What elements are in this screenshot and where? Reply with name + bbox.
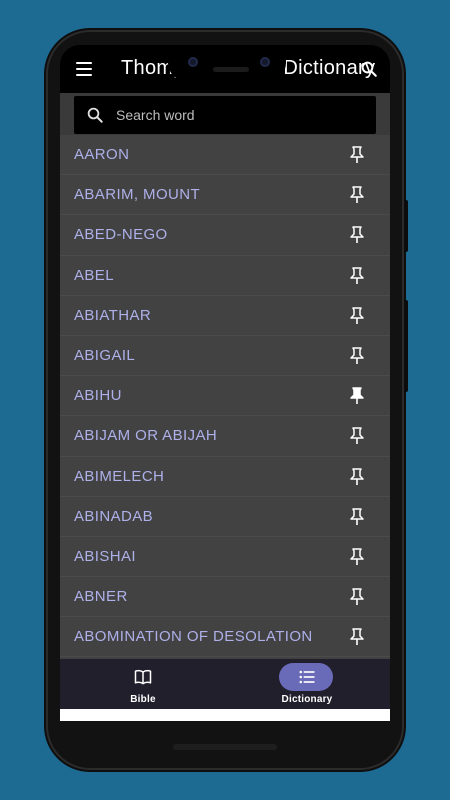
list-item[interactable]: ABIHU: [60, 376, 390, 417]
entry-label: ABIJAM OR ABIJAH: [74, 427, 218, 445]
entry-label: ABNER: [74, 588, 128, 606]
entry-label: ABIATHAR: [74, 306, 152, 324]
pin-outline-icon[interactable]: [350, 347, 364, 365]
pin-outline-icon[interactable]: [350, 548, 364, 566]
pin-outline-icon[interactable]: [350, 427, 364, 445]
pin-outline-icon[interactable]: [350, 186, 364, 204]
pin-outline-icon[interactable]: [350, 507, 364, 526]
search-bar-container: [60, 93, 390, 135]
list-item[interactable]: ABARIM, MOUNT: [60, 175, 390, 216]
search-icon: [87, 107, 103, 123]
bottom-navigation: Bible Dictionary: [60, 659, 390, 709]
bottom-sheet-edge: [60, 709, 390, 721]
search-box[interactable]: [74, 96, 376, 134]
entry-label: AARON: [74, 146, 130, 163]
list-item[interactable]: ABIJAM OR ABIJAH: [60, 416, 390, 457]
list-item[interactable]: ABIATHAR: [60, 296, 390, 336]
list-item[interactable]: ABNER: [60, 577, 390, 618]
nav-item-bible[interactable]: Bible: [88, 659, 198, 709]
entry-label: ABIGAIL: [74, 346, 136, 364]
pin-outline-icon[interactable]: [350, 146, 364, 164]
pin-outline-icon[interactable]: [350, 266, 364, 285]
entry-label: ABEL: [74, 266, 114, 284]
entry-label: ABOMINATION OF DESOLATION: [74, 628, 313, 646]
dictionary-list: AARON ABARIM, MOUNT ABED-NEGO ABEL ABIATHAR A…: [60, 135, 390, 659]
camera-notch: [168, 45, 286, 81]
pin-outline-icon[interactable]: [350, 226, 364, 244]
entry-label: ABISHAI: [74, 547, 136, 565]
phone-chin-bar: [173, 744, 277, 750]
entry-label: ABIHU: [74, 387, 122, 405]
list-item[interactable]: AARON: [60, 135, 390, 176]
list-item[interactable]: ABINADAB: [60, 497, 390, 537]
book-icon: [134, 669, 152, 685]
volume-button: [404, 300, 408, 392]
pin-outline-icon[interactable]: [350, 467, 364, 486]
list-item[interactable]: ABEL: [60, 256, 390, 296]
app-screen: Thompson Chain Dictionary AARONABARIM, M…: [60, 45, 390, 721]
list-item[interactable]: ABIGAIL: [60, 336, 390, 377]
earpiece-speaker: [213, 67, 249, 72]
pin-outline-icon[interactable]: [350, 307, 364, 325]
search-input[interactable]: [114, 106, 358, 124]
nav-item-dictionary[interactable]: Dictionary: [252, 659, 362, 709]
entry-label: ABARIM, MOUNT: [74, 186, 201, 204]
list-item[interactable]: ABOMINATION OF DESOLATION: [60, 617, 390, 658]
entry-label: ABINADAB: [74, 507, 154, 525]
search-icon[interactable]: [360, 60, 378, 78]
entry-label: ABIMELECH: [74, 467, 165, 485]
pin-outline-icon[interactable]: [350, 628, 364, 646]
menu-icon[interactable]: [76, 62, 92, 76]
list-item[interactable]: ABISHAI: [60, 537, 390, 578]
pin-outline-icon[interactable]: [350, 588, 364, 606]
nav-label-bible: Bible: [130, 694, 156, 705]
front-camera-icon: [260, 57, 270, 67]
power-button: [404, 200, 408, 252]
list-item[interactable]: ABIMELECH: [60, 457, 390, 497]
front-camera-icon: [188, 57, 198, 67]
list-item[interactable]: ABED-NEGO: [60, 215, 390, 256]
pin-filled-icon[interactable]: [350, 387, 364, 405]
list-icon: [299, 670, 315, 684]
nav-label-dictionary: Dictionary: [281, 694, 333, 705]
entry-label: ABED-NEGO: [74, 226, 168, 244]
